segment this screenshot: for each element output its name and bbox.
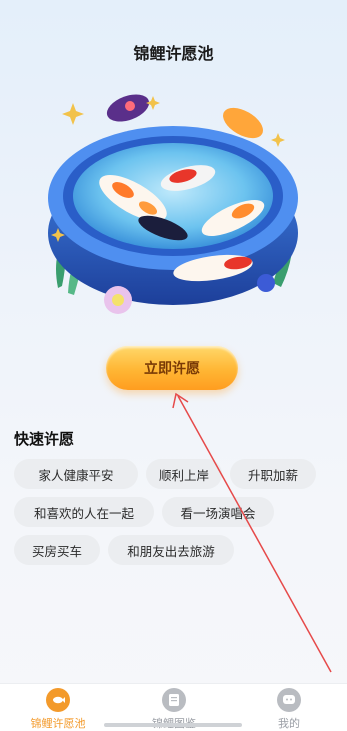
tab-koi-wish-pool[interactable]: 锦鲤许愿池 xyxy=(0,688,116,730)
chat-face-icon xyxy=(277,688,301,712)
koi-icon xyxy=(46,688,70,712)
tab-mine[interactable]: 我的 xyxy=(231,688,347,730)
quick-wish-chip[interactable]: 升职加薪 xyxy=(230,459,316,489)
quick-wish-chip[interactable]: 和朋友出去旅游 xyxy=(108,535,234,565)
tab-label: 我的 xyxy=(278,717,300,730)
tab-label: 锦鲤许愿池 xyxy=(30,717,86,730)
make-wish-button[interactable]: 立即许愿 xyxy=(106,346,238,390)
page-title: 锦鲤许愿池 xyxy=(133,44,214,63)
home-indicator xyxy=(104,723,242,727)
tab-koi-catalog[interactable]: 锦鲤图鉴 xyxy=(116,688,232,730)
quick-wish-title: 快速许愿 xyxy=(14,430,75,448)
quick-wish-chip[interactable]: 家人健康平安 xyxy=(14,459,138,489)
book-icon xyxy=(162,688,186,712)
quick-wish-chip[interactable]: 和喜欢的人在一起 xyxy=(14,497,154,527)
quick-wish-chip[interactable]: 看一场演唱会 xyxy=(162,497,274,527)
koi-pond-illustration xyxy=(38,78,308,328)
quick-wish-chip[interactable]: 顺利上岸 xyxy=(146,459,222,489)
quick-wish-chip[interactable]: 买房买车 xyxy=(14,535,100,565)
